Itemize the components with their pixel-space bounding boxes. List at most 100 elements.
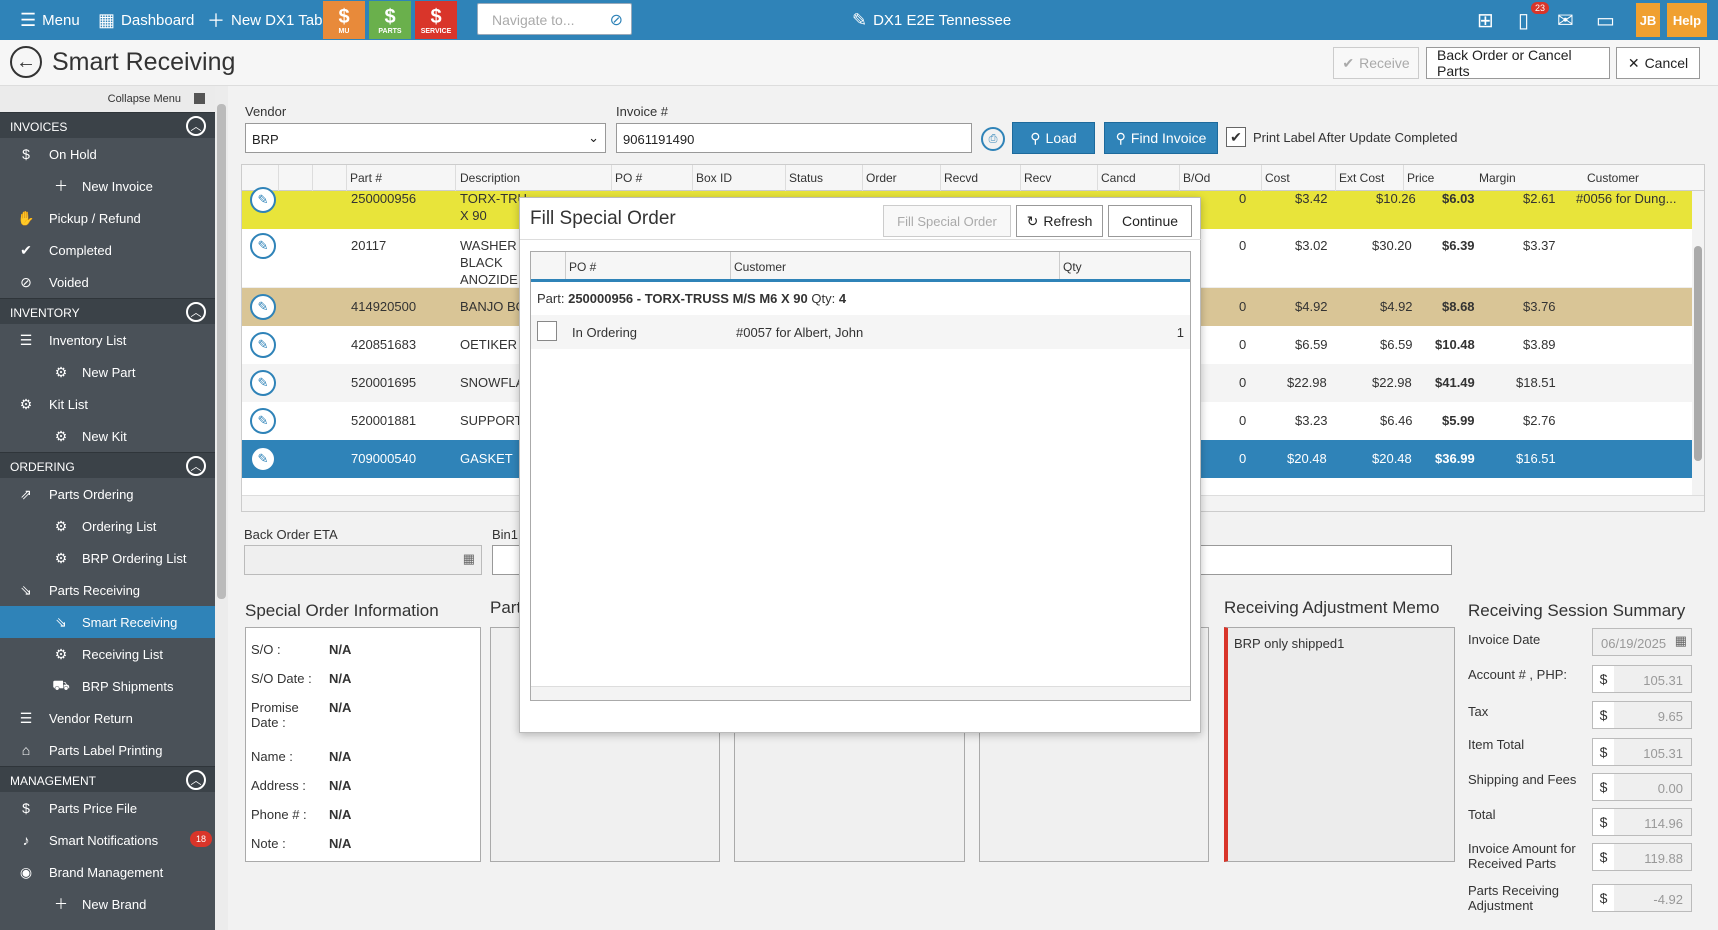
sidebar-item-parts-ordering[interactable]: ⇗ Parts Ordering [0,478,215,510]
name-row: Name : N/A [251,749,352,764]
store-selector[interactable]: ✎ DX1 E2E Tennessee [852,0,1011,40]
user-avatar[interactable]: JB [1636,3,1660,37]
print-label-checkbox[interactable]: ✔ [1226,127,1246,147]
org-chart-icon[interactable]: ⊞ [1477,8,1494,33]
sidebar-item-brp-shipments[interactable]: ⛟ BRP Shipments [0,670,215,702]
edit-icon[interactable]: ✎ [250,233,276,259]
invoice-date-input[interactable]: 06/19/2025 ▦ [1592,628,1692,656]
new-tab-button[interactable]: ＋ New DX1 Tab [207,0,322,40]
sidebar-item-new-brand[interactable]: ＋ New Brand [0,888,215,920]
col-recvd[interactable]: Recvd [944,171,978,185]
receive-button[interactable]: ✔ Receive [1333,47,1419,79]
mail-icon[interactable]: ✉ [1557,8,1574,33]
parts-quick-button[interactable]: $ PARTS [369,1,411,39]
sidebar-item-smart-receiving[interactable]: ⇘ Smart Receiving [0,606,215,638]
compass-icon[interactable]: ⊘ [610,10,623,30]
sidebar-item-vendor-return[interactable]: ☰ Vendor Return [0,702,215,734]
edit-icon[interactable]: ✎ [250,370,276,396]
col-recv[interactable]: Recv [1024,171,1051,185]
load-button[interactable]: ⚲ Load [1012,122,1095,154]
sidebar-item-pickup-refund[interactable]: ✋ Pickup / Refund [0,202,215,234]
dashboard-button[interactable]: ▦ Dashboard [98,0,194,40]
memo-textarea[interactable]: BRP only shipped1 [1224,627,1455,862]
edit-icon[interactable]: ✎ [250,294,276,320]
col-status[interactable]: Status [789,171,823,185]
back-order-eta-input[interactable]: ▦ [244,545,482,575]
col-ext-cost[interactable]: Ext Cost [1339,171,1384,185]
sidebar-item-ordering-list[interactable]: ⚙ Ordering List [0,510,215,542]
navigate-input[interactable]: Navigate to... ⊘ [477,3,632,35]
sidebar-item-kit-list[interactable]: ⚙ Kit List [0,388,215,420]
sidebar-item-new-kit[interactable]: ⚙ New Kit [0,420,215,452]
collapse-menu-button[interactable]: Collapse Menu [0,86,215,112]
col-customer[interactable]: Customer [734,260,786,274]
top-bar: ☰ Menu ▦ Dashboard ＋ New DX1 Tab $ MU $ PARTS… [0,0,1718,40]
col-bod[interactable]: B/Od [1183,171,1210,185]
help-button[interactable]: Help [1667,3,1707,37]
special-order-grid: PO # Customer Qty Part: 250000956 - TORX… [530,251,1191,701]
col-description[interactable]: Description [460,171,520,185]
sidebar-item-new-part[interactable]: ⚙ New Part [0,356,215,388]
section-invoices[interactable]: INVOICES ︿ [0,112,215,138]
edit-icon[interactable]: ✎ [250,408,276,434]
sidebar-item-parts-receiving[interactable]: ⇘ Parts Receiving [0,574,215,606]
col-order[interactable]: Order [866,171,897,185]
sidebar-item-receiving-list[interactable]: ⚙ Receiving List [0,638,215,670]
phone-icon[interactable]: ▯ [1518,8,1529,33]
select-checkbox[interactable] [537,321,557,341]
grid-vertical-scrollbar[interactable] [1692,191,1704,497]
col-margin[interactable]: Margin [1479,171,1516,185]
sidebar-scrollbar[interactable] [215,86,228,930]
mu-quick-button[interactable]: $ MU [323,1,365,39]
pencil-icon: ✎ [852,9,868,30]
col-cancd[interactable]: Cancd [1101,171,1136,185]
back-arrow-icon[interactable]: ← [10,46,42,78]
col-po[interactable]: PO # [569,260,596,274]
sidebar-item-completed[interactable]: ✔ Completed [0,234,215,266]
service-quick-button[interactable]: $ SERVICE [415,1,457,39]
print-icon[interactable]: ⎙ [981,127,1005,151]
print-label-text: Print Label After Update Completed [1253,130,1458,145]
col-box-id[interactable]: Box ID [696,171,732,185]
col-price[interactable]: Price [1407,171,1434,185]
edit-icon[interactable]: ✎ [250,187,276,213]
continue-button[interactable]: Continue [1108,205,1192,237]
phone-row: Phone # : N/A [251,807,352,822]
calendar-icon[interactable]: ▦ [1675,633,1687,649]
refresh-button[interactable]: ↻ Refresh [1016,205,1103,237]
scroll-thumb[interactable] [1694,246,1702,461]
dialog-horizontal-scrollbar[interactable] [531,686,1190,700]
sidebar-item-brand-management[interactable]: ◉ Brand Management [0,856,215,888]
sidebar-item-voided[interactable]: ⊘ Voided [0,266,215,298]
sidebar-item-parts-label-printing[interactable]: ⌂ Parts Label Printing [0,734,215,766]
section-ordering[interactable]: ORDERING ︿ [0,452,215,478]
sidebar-item-new-invoice[interactable]: ＋ New Invoice [0,170,215,202]
col-po[interactable]: PO # [615,171,642,185]
col-qty[interactable]: Qty [1063,260,1082,274]
fill-special-order-button[interactable]: Fill Special Order [883,205,1011,237]
list-icon: ☰ [19,331,33,348]
sidebar-item-parts-price-file[interactable]: $ Parts Price File [0,792,215,824]
section-management[interactable]: MANAGEMENT ︿ [0,766,215,792]
edit-icon[interactable]: ✎ [250,332,276,358]
find-invoice-button[interactable]: ⚲ Find Invoice [1104,122,1218,154]
col-part[interactable]: Part # [350,171,382,185]
hand-icon: ✋ [17,209,35,226]
col-customer[interactable]: Customer [1587,171,1639,185]
sidebar-item-inventory-list[interactable]: ☰ Inventory List [0,324,215,356]
chat-icon[interactable]: ▭ [1596,8,1615,33]
cancel-button[interactable]: ✕ Cancel [1616,47,1700,79]
back-order-cancel-button[interactable]: Back Order or Cancel Parts [1426,47,1610,79]
col-cost[interactable]: Cost [1265,171,1290,185]
sidebar-item-on-hold[interactable]: $ On Hold [0,138,215,170]
edit-icon[interactable]: ✎ [250,446,276,472]
vendor-select[interactable]: BRP ⌄ [245,123,606,153]
sidebar-item-smart-notifications[interactable]: ♪ Smart Notifications 18 [0,824,215,856]
section-inventory[interactable]: INVENTORY ︿ [0,298,215,324]
menu-button[interactable]: ☰ Menu [20,0,80,40]
invoice-input[interactable]: 9061191490 [616,123,972,153]
calendar-icon[interactable]: ▦ [463,551,475,567]
sidebar-item-brp-ordering-list[interactable]: ⚙ BRP Ordering List [0,542,215,574]
list-item[interactable]: In Ordering #0057 for Albert, John 1 [531,315,1190,349]
scroll-thumb[interactable] [217,104,226,599]
